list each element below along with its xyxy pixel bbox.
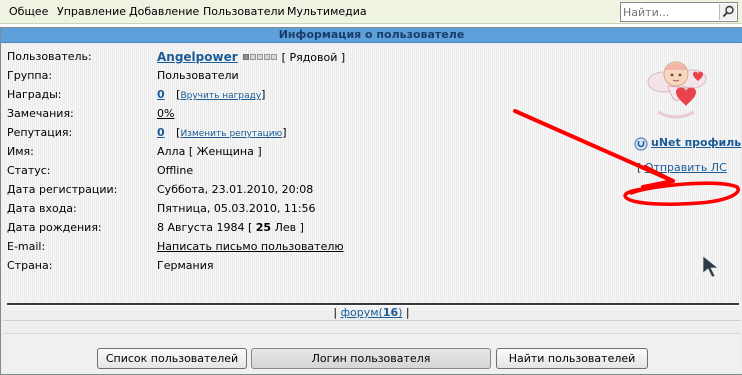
value-registered: Суббота, 23.01.2010, 20:08 — [157, 183, 314, 196]
users-list-button[interactable]: Список пользователей — [97, 348, 247, 369]
panel-title: Информация о пользователе — [1, 28, 742, 43]
forum-count: 16 — [382, 306, 399, 319]
nav-item-add[interactable]: Добавление — [129, 5, 199, 18]
red-annotation-arrow — [513, 109, 740, 206]
value-name: Алла — [157, 145, 186, 158]
value-age: 25 — [255, 221, 272, 234]
label-name: Имя: — [7, 145, 34, 158]
divider — [3, 320, 741, 321]
rank-square-off — [264, 54, 271, 60]
value-country: Германия — [157, 259, 214, 272]
forum-label: форум — [340, 306, 379, 319]
label-birthday: Дата рождения: — [7, 221, 102, 234]
label-awards: Награды: — [7, 88, 62, 101]
send-email-link[interactable]: Написать письмо пользователю — [157, 239, 344, 255]
rank-square-off — [257, 54, 264, 60]
rank-label: [ Рядовой ] — [281, 51, 346, 64]
value-name-wrap: Алла [ Женщина ] — [157, 144, 262, 160]
reputation-count-link[interactable]: 0 — [157, 126, 165, 139]
nav-item-general[interactable]: Общее — [9, 5, 48, 18]
label-warnings: Замечания: — [7, 107, 74, 120]
search-button[interactable] — [719, 4, 736, 20]
label-reputation: Репутация: — [7, 126, 73, 139]
value-group: Пользователи — [157, 69, 239, 82]
value-zodiac: Лев — [274, 221, 297, 234]
bottom-toolbar: Список пользователей Логин пользователя … — [3, 333, 741, 374]
value-user-wrap: Angelpower [ Рядовой ] — [157, 49, 345, 66]
value-gender: [ Женщина ] — [188, 145, 262, 158]
change-reputation-link[interactable]: Изменить репутацию — [180, 129, 282, 139]
rank-square-off — [271, 54, 278, 60]
nav-item-management[interactable]: Управление — [57, 5, 126, 18]
nav-item-users[interactable]: Пользователи — [203, 5, 285, 18]
give-award-link[interactable]: Вручить награду — [180, 91, 261, 101]
status-badge: Offline — [157, 164, 194, 177]
warnings-link[interactable]: 0% — [157, 106, 174, 122]
forum-row: | форум(16) | — [333, 306, 410, 319]
label-country: Страна: — [7, 259, 53, 272]
value-birthday-wrap: 8 Августа 1984 [ 25 Лев ] — [157, 221, 304, 234]
label-group: Группа: — [7, 69, 53, 82]
value-awards-wrap: 0 [Вручить награду] — [157, 88, 266, 101]
top-navigation: Общее Управление Добавление Пользователи… — [0, 0, 742, 24]
rank-square-on — [243, 54, 250, 60]
search-box — [620, 2, 738, 22]
find-users-button[interactable]: Найти пользователей — [496, 348, 648, 369]
label-last-login: Дата входа: — [7, 202, 77, 215]
rank-square-off — [250, 54, 257, 60]
label-registered: Дата регистрации: — [7, 183, 118, 196]
rank-indicator — [243, 51, 282, 64]
label-email: E-mail: — [7, 240, 46, 253]
label-status: Статус: — [7, 164, 51, 177]
search-input[interactable] — [623, 5, 715, 20]
label-user: Пользователь: — [7, 50, 92, 63]
nav-item-multimedia[interactable]: Мультимедиа — [287, 5, 367, 18]
value-reputation-wrap: 0 [Изменить репутацию] — [157, 126, 287, 139]
cursor-icon — [702, 255, 720, 277]
value-birthday: 8 Августа 1984 — [157, 221, 245, 234]
profile-panel: Информация о пользователе Пользователь: … — [0, 27, 742, 375]
awards-count-link[interactable]: 0 — [157, 88, 165, 101]
forum-link[interactable]: форум(16) — [341, 306, 403, 319]
value-last-login: Пятница, 05.03.2010, 11:56 — [157, 202, 316, 215]
profile-content: Пользователь: Angelpower [ Рядовой ] Гру… — [3, 45, 741, 311]
user-login-button[interactable]: Логин пользователя — [251, 348, 491, 369]
username-link[interactable]: Angelpower — [157, 50, 238, 64]
search-icon — [722, 5, 734, 18]
